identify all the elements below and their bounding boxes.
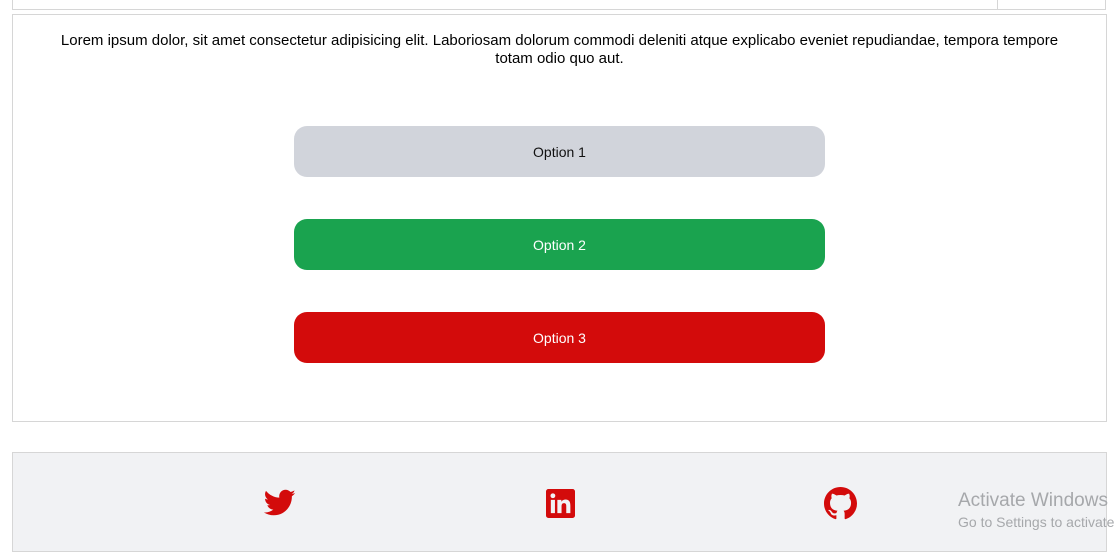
linkedin-link[interactable] [542, 485, 578, 521]
top-panel-divider [997, 0, 998, 9]
footer [12, 452, 1107, 552]
description-text: Lorem ipsum dolor, sit amet consectetur … [60, 32, 1059, 67]
github-link[interactable] [822, 485, 858, 521]
twitter-link[interactable] [262, 485, 298, 521]
option-3-button[interactable]: Option 3 [294, 312, 825, 363]
twitter-icon [264, 489, 296, 516]
option-2-button[interactable]: Option 2 [294, 219, 825, 270]
option-1-button[interactable]: Option 1 [294, 126, 825, 177]
github-icon [823, 486, 857, 519]
linkedin-icon [545, 488, 575, 518]
top-panel-edge [12, 0, 1106, 10]
content-card: Lorem ipsum dolor, sit amet consectetur … [12, 14, 1107, 422]
